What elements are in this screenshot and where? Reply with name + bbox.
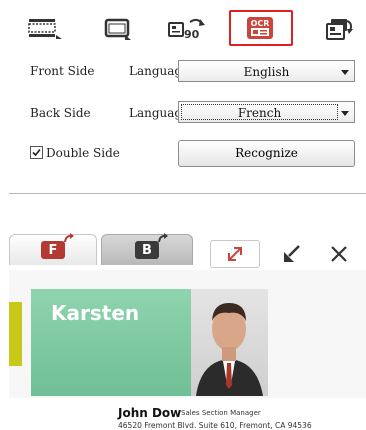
card-accent-stripe	[9, 302, 22, 366]
ocr-label: OCR	[251, 19, 270, 28]
front-tab-letter: F	[48, 242, 58, 258]
back-side-label: Back Side	[30, 106, 91, 120]
back-tab-letter: B	[142, 242, 152, 258]
collapse-icon	[284, 245, 300, 262]
ocr-icon: OCR	[247, 17, 273, 39]
card-banner: Karsten	[31, 289, 191, 396]
front-language-select[interactable]: English	[178, 60, 355, 82]
collapse-button[interactable]	[281, 244, 303, 264]
section-divider	[9, 193, 366, 194]
card-photo	[191, 289, 268, 396]
card-person-title: Sales Section Manager	[181, 409, 261, 417]
front-side-label: Front Side	[30, 64, 95, 78]
window-icon[interactable]	[97, 14, 137, 44]
close-icon	[331, 246, 347, 262]
double-side-checkbox[interactable]	[30, 146, 43, 159]
back-language-select[interactable]: French	[178, 101, 355, 123]
export-icon[interactable]	[318, 14, 358, 44]
card-person-name: John Dow	[118, 406, 182, 420]
ocr-button[interactable]: OCR	[229, 10, 293, 46]
back-side-icon: B	[135, 233, 168, 259]
card-banner-name: Karsten	[51, 301, 140, 325]
expand-button[interactable]	[210, 240, 260, 268]
tab-back-side[interactable]: B	[101, 233, 193, 265]
double-side-label: Double Side	[46, 146, 120, 160]
chevron-down-icon	[341, 111, 349, 116]
close-button[interactable]	[328, 243, 350, 265]
rotate-90-icon[interactable]: 90	[162, 14, 212, 44]
expand-icon	[228, 247, 242, 261]
checkmark-icon	[32, 148, 41, 157]
card-address: 46520 Fremont Blvd. Suite 610, Fremont, …	[118, 421, 312, 430]
recognize-button[interactable]: Recognize	[178, 140, 355, 167]
front-side-icon: F	[41, 233, 74, 259]
business-card-preview: Karsten John Dow Sales Section Manager 4…	[9, 270, 366, 430]
tab-front-side[interactable]: F	[9, 233, 97, 265]
front-language-value: English	[243, 65, 290, 79]
rotate-90-label: 90	[184, 28, 200, 41]
scan-feed-icon[interactable]	[22, 14, 66, 44]
back-language-value: French	[181, 104, 338, 120]
chevron-down-icon	[341, 70, 349, 75]
